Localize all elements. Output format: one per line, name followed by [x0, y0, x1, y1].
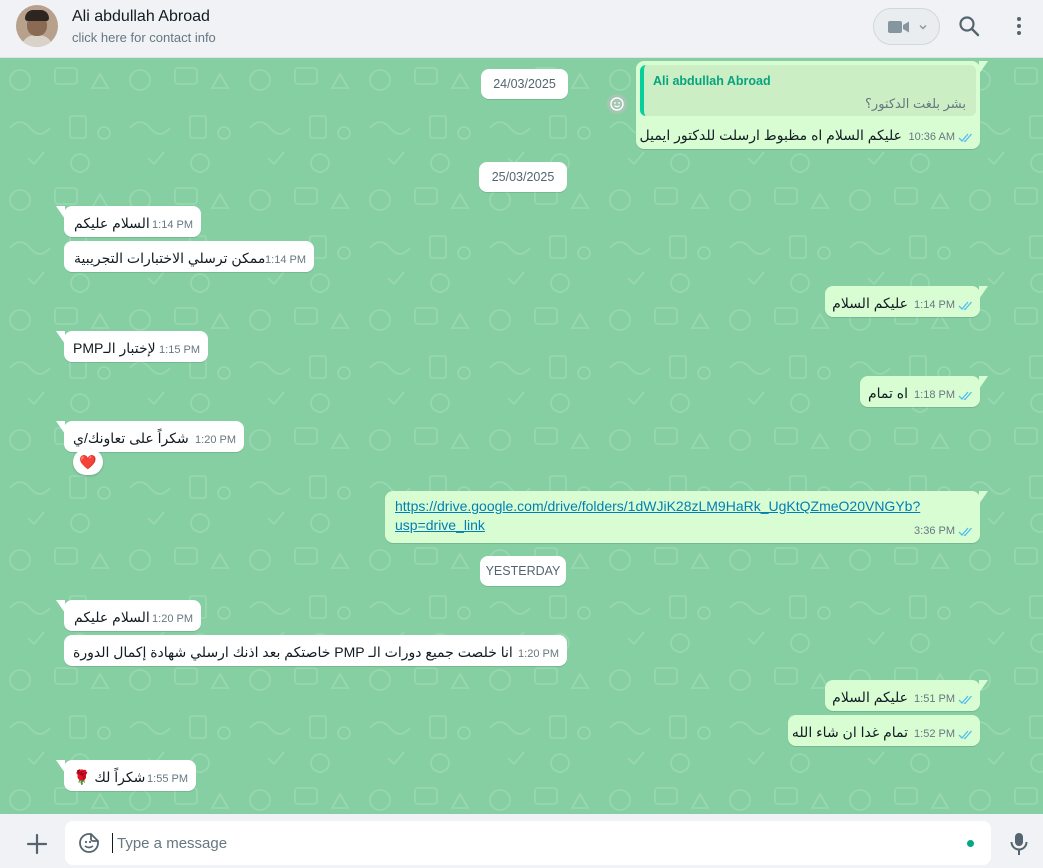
message-input-box[interactable] — [65, 821, 991, 865]
message-time: 10:36 AM — [908, 131, 955, 143]
smiley-icon — [610, 97, 624, 111]
message-time: 1:51 PM — [914, 693, 955, 705]
message-bubble-incoming[interactable]: شكراً لك 🌹 1:55 PM — [56, 760, 196, 791]
video-camera-icon — [888, 21, 909, 33]
bubble-tail — [56, 421, 65, 434]
bubble-tail — [979, 376, 988, 389]
quoted-sender: Ali abdullah Abroad — [653, 74, 771, 88]
message-text: تمام غدا ان شاء الله — [791, 724, 908, 740]
chat-message-area[interactable]: 24/03/2025 Ali abdullah Abroad بشر بلغت … — [0, 58, 1043, 814]
message-text: شكراً على تعاونك/ي — [73, 430, 189, 446]
message-time: 1:20 PM — [195, 434, 236, 446]
message-time: 1:18 PM — [914, 389, 955, 401]
message-bubble-incoming[interactable]: شكراً على تعاونك/ي 1:20 PM — [56, 421, 244, 452]
message-reaction[interactable]: ❤️ — [73, 449, 103, 475]
message-composer — [0, 814, 1043, 868]
message-time: 1:20 PM — [518, 648, 559, 660]
video-call-button[interactable] — [873, 8, 940, 45]
sticker-icon[interactable] — [78, 832, 100, 854]
read-ticks-icon — [958, 730, 972, 740]
react-emoji-icon[interactable] — [607, 94, 627, 114]
message-time: 1:52 PM — [914, 728, 955, 740]
message-bubble-outgoing[interactable]: اه تمام 1:18 PM — [860, 376, 988, 407]
bubble-tail — [56, 331, 65, 344]
message-text: اه تمام — [867, 385, 908, 401]
search-icon[interactable] — [957, 14, 981, 38]
contact-info-hint[interactable]: click here for contact info — [72, 30, 216, 45]
message-time: 1:14 PM — [152, 219, 193, 231]
bubble-tail — [979, 491, 988, 504]
message-bubble-incoming[interactable]: السلام عليكم 1:14 PM — [56, 206, 201, 237]
microphone-icon[interactable] — [1008, 831, 1030, 857]
bubble-tail — [56, 600, 65, 613]
message-time: 1:55 PM — [147, 773, 188, 785]
message-bubble-incoming[interactable]: انا خلصت جميع دورات الـ PMP خاصتكم بعد ا… — [64, 635, 567, 666]
contact-name[interactable]: Ali abdullah Abroad — [72, 8, 210, 26]
message-text: السلام عليكم — [74, 609, 150, 625]
date-separator: 25/03/2025 — [479, 162, 567, 192]
message-bubble-outgoing[interactable]: عليكم السلام 1:14 PM — [825, 286, 988, 317]
read-ticks-icon — [958, 695, 972, 705]
message-bubble-outgoing[interactable]: Ali abdullah Abroad بشر بلغت الدكتور؟ عل… — [636, 61, 988, 149]
status-dot — [967, 840, 974, 847]
message-text: ممكن ترسلي الاختبارات التجريبية — [74, 250, 266, 266]
chevron-down-icon — [919, 25, 927, 30]
chat-header: Ali abdullah Abroad click here for conta… — [0, 0, 1043, 58]
message-bubble-outgoing[interactable]: تمام غدا ان شاء الله 1:52 PM — [788, 715, 980, 746]
date-separator: YESTERDAY — [480, 556, 566, 586]
link-text-line-2[interactable]: usp=drive_link — [395, 516, 920, 535]
message-text: عليكم السلام — [832, 689, 908, 705]
quoted-message[interactable]: Ali abdullah Abroad بشر بلغت الدكتور؟ — [640, 65, 976, 116]
avatar-body-shape — [21, 35, 53, 47]
quoted-text: بشر بلغت الدكتور؟ — [865, 96, 966, 111]
message-time: 1:14 PM — [914, 299, 955, 311]
message-text: انا خلصت جميع دورات الـ PMP خاصتكم بعد ا… — [73, 644, 513, 660]
message-bubble-incoming[interactable]: السلام عليكم 1:20 PM — [56, 600, 201, 631]
link-text-line-1[interactable]: https://drive.google.com/drive/folders/1… — [395, 497, 920, 516]
bubble-tail — [979, 680, 988, 693]
message-input[interactable] — [112, 833, 952, 853]
message-text: عليكم السلام اه مظبوط ارسلت للدكتور ايمي… — [639, 127, 902, 143]
message-text: لإختبار الـPMP — [73, 340, 156, 356]
read-ticks-icon — [958, 301, 972, 311]
read-ticks-icon — [958, 133, 972, 143]
message-bubble-incoming[interactable]: ممكن ترسلي الاختبارات التجريبية 1:14 PM — [64, 241, 314, 272]
bubble-tail — [979, 61, 988, 74]
read-ticks-icon — [958, 527, 972, 537]
message-time: 1:15 PM — [159, 344, 200, 356]
bubble-tail — [56, 206, 65, 219]
message-text: شكراً لك 🌹 — [73, 769, 146, 785]
plus-icon[interactable] — [25, 832, 49, 856]
contact-avatar[interactable] — [16, 5, 58, 47]
message-time: 3:36 PM — [914, 525, 955, 537]
message-text: عليكم السلام — [832, 295, 908, 311]
kebab-menu-icon[interactable] — [1008, 14, 1030, 38]
bubble-tail — [56, 760, 65, 773]
message-link[interactable]: https://drive.google.com/drive/folders/1… — [395, 497, 920, 535]
avatar-hair-shape — [25, 10, 49, 21]
date-separator: 24/03/2025 — [481, 69, 568, 99]
message-bubble-outgoing[interactable]: عليكم السلام 1:51 PM — [825, 680, 988, 711]
message-bubble-incoming[interactable]: لإختبار الـPMP 1:15 PM — [56, 331, 208, 362]
message-time: 1:20 PM — [152, 613, 193, 625]
message-time: 1:14 PM — [265, 254, 306, 266]
message-bubble-outgoing[interactable]: https://drive.google.com/drive/folders/1… — [385, 491, 988, 543]
read-ticks-icon — [958, 391, 972, 401]
message-text: السلام عليكم — [74, 215, 150, 231]
bubble-tail — [979, 286, 988, 299]
